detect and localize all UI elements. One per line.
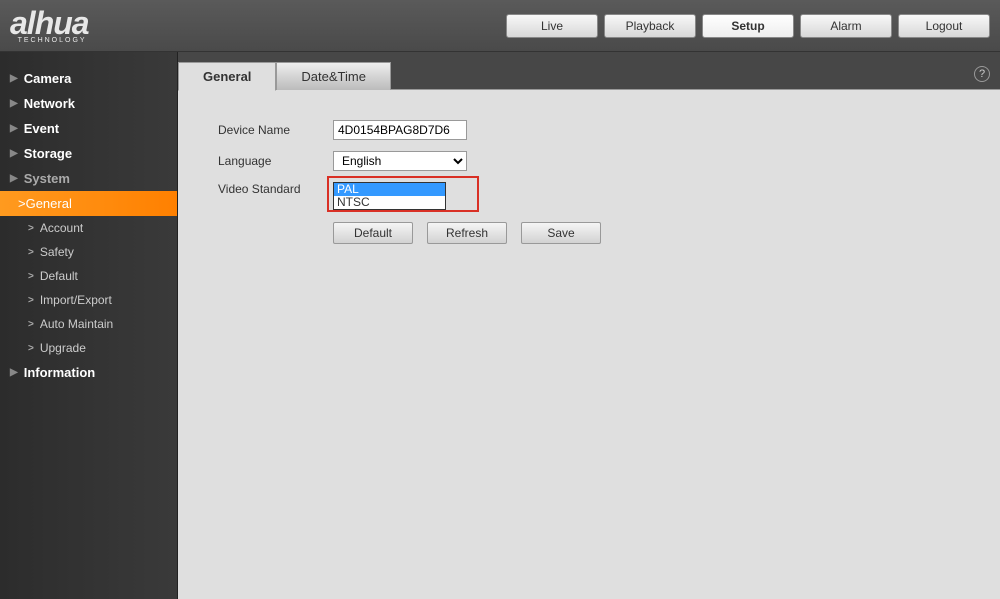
- device-name-row: Device Name: [218, 120, 960, 140]
- refresh-button[interactable]: Refresh: [427, 222, 507, 244]
- language-select[interactable]: English: [333, 151, 467, 171]
- chevron-right-icon: ▶: [10, 98, 18, 109]
- content-area: General Date&Time ? Device Name Language…: [178, 52, 1000, 599]
- nav-live[interactable]: Live: [506, 14, 598, 38]
- brand-subtitle: TECHNOLOGY: [10, 37, 87, 44]
- settings-panel: Device Name Language English Video Stand…: [178, 90, 1000, 599]
- device-name-input[interactable]: [333, 120, 467, 140]
- sidebar-item-information[interactable]: ▶Information: [0, 360, 177, 385]
- sidebar-item-account[interactable]: >Account: [0, 216, 177, 240]
- chevron-right-icon: >: [28, 319, 34, 330]
- chevron-right-icon: >: [28, 247, 34, 258]
- nav-alarm[interactable]: Alarm: [800, 14, 892, 38]
- content-tabs: General Date&Time: [178, 62, 1000, 90]
- nav-playback[interactable]: Playback: [604, 14, 696, 38]
- action-buttons: Default Refresh Save: [333, 222, 960, 244]
- video-standard-label: Video Standard: [218, 182, 333, 196]
- sidebar: ▶Camera ▶Network ▶Event ▶Storage ▶System…: [0, 52, 178, 599]
- sidebar-item-system[interactable]: ▶System: [0, 166, 177, 191]
- sidebar-item-network[interactable]: ▶Network: [0, 91, 177, 116]
- language-row: Language English: [218, 151, 960, 171]
- chevron-down-icon: ▶: [10, 173, 18, 184]
- sidebar-item-auto-maintain[interactable]: >Auto Maintain: [0, 312, 177, 336]
- nav-logout[interactable]: Logout: [898, 14, 990, 38]
- brand-logo: alhua TECHNOLOGY: [10, 7, 89, 44]
- chevron-right-icon: ▶: [10, 148, 18, 159]
- help-icon[interactable]: ?: [974, 66, 990, 82]
- chevron-right-icon: >: [28, 295, 34, 306]
- main-nav: Live Playback Setup Alarm Logout: [506, 14, 990, 38]
- chevron-right-icon: ▶: [10, 367, 18, 378]
- sidebar-item-upgrade[interactable]: >Upgrade: [0, 336, 177, 360]
- tab-datetime[interactable]: Date&Time: [276, 62, 391, 90]
- video-standard-dropdown[interactable]: PAL NTSC: [333, 182, 467, 210]
- device-name-label: Device Name: [218, 123, 333, 137]
- sidebar-item-safety[interactable]: >Safety: [0, 240, 177, 264]
- chevron-right-icon: >: [18, 196, 26, 211]
- main-area: ▶Camera ▶Network ▶Event ▶Storage ▶System…: [0, 52, 1000, 599]
- chevron-right-icon: ▶: [10, 73, 18, 84]
- save-button[interactable]: Save: [521, 222, 601, 244]
- header-bar: alhua TECHNOLOGY Live Playback Setup Ala…: [0, 0, 1000, 52]
- sidebar-item-general[interactable]: >General: [0, 191, 177, 216]
- sidebar-item-storage[interactable]: ▶Storage: [0, 141, 177, 166]
- sidebar-item-default[interactable]: >Default: [0, 264, 177, 288]
- default-button[interactable]: Default: [333, 222, 413, 244]
- sidebar-item-camera[interactable]: ▶Camera: [0, 66, 177, 91]
- video-standard-row: Video Standard PAL NTSC: [218, 182, 960, 210]
- brand-name: alhua: [10, 5, 89, 41]
- video-standard-option-ntsc[interactable]: NTSC: [334, 196, 445, 209]
- chevron-right-icon: >: [28, 223, 34, 234]
- language-label: Language: [218, 154, 333, 168]
- sidebar-item-import-export[interactable]: >Import/Export: [0, 288, 177, 312]
- video-standard-options-list: PAL NTSC: [333, 182, 446, 210]
- nav-setup[interactable]: Setup: [702, 14, 794, 38]
- sidebar-item-event[interactable]: ▶Event: [0, 116, 177, 141]
- tab-general[interactable]: General: [178, 62, 276, 91]
- chevron-right-icon: >: [28, 271, 34, 282]
- chevron-right-icon: >: [28, 343, 34, 354]
- chevron-right-icon: ▶: [10, 123, 18, 134]
